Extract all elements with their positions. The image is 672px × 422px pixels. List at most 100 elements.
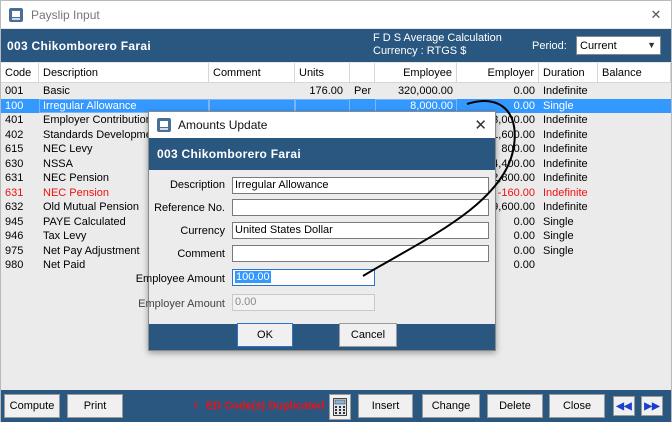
title-bar: Payslip Input ✕ — [1, 1, 671, 28]
cell-code: 631 — [5, 186, 24, 199]
cell-duration: Indefinite — [543, 128, 588, 141]
col-header-balance[interactable]: Balance — [598, 63, 671, 83]
cell-code: 100 — [5, 99, 24, 112]
cell-balance — [602, 186, 668, 200]
dialog-footer — [149, 324, 495, 350]
cell-balance — [602, 229, 668, 243]
cell-code: 615 — [5, 143, 24, 155]
cell-employee: 320,000.00 — [397, 85, 453, 97]
dialog-title-bar: Amounts Update — [149, 112, 495, 138]
comment-field[interactable] — [232, 245, 489, 262]
cell-code: 975 — [5, 244, 24, 257]
reference-label: Reference No. — [154, 202, 225, 214]
description-label: Description — [169, 179, 225, 191]
calculation-type: F D S Average Calculation — [373, 32, 502, 44]
close-icon[interactable]: ✕ — [474, 116, 487, 134]
employee-name: 003 Chikomborero Farai — [7, 39, 151, 53]
cell-duration: Indefinite — [543, 143, 588, 155]
period-select[interactable]: Current ▼ — [576, 36, 661, 55]
col-header-code[interactable]: Code — [1, 63, 39, 83]
cell-duration: Indefinite — [543, 157, 588, 170]
period-value: Current — [580, 39, 617, 52]
app-icon — [9, 7, 23, 22]
col-header-employee[interactable]: Employee — [375, 63, 457, 83]
cell-balance — [602, 142, 668, 156]
cell-code: 980 — [5, 259, 24, 271]
cell-code: 945 — [5, 215, 24, 228]
payslip-input-window: Payslip Input ✕ 003 Chikomborero Farai F… — [0, 0, 672, 422]
cell-code: 631 — [5, 172, 24, 184]
col-header-duration[interactable]: Duration — [539, 63, 598, 83]
cell-code: 402 — [5, 128, 24, 141]
cell-employer: 0.00 — [513, 85, 535, 97]
ok-button[interactable]: OK — [237, 323, 293, 347]
cell-balance — [602, 113, 668, 127]
employee-amount-field[interactable]: 100.00 — [232, 269, 375, 286]
employer-amount-label: Employer Amount — [138, 298, 225, 310]
cell-code: 401 — [5, 114, 24, 126]
app-icon — [157, 118, 171, 132]
table-row[interactable]: 001 Basic 176.00 Per 320,000.00 0.00 Indefinit… — [1, 84, 671, 98]
col-header-employer[interactable]: Employer — [457, 63, 539, 83]
cell-duration: Single — [543, 230, 574, 242]
col-header-units[interactable]: Units — [295, 63, 350, 83]
employee-amount-value: 100.00 — [235, 271, 271, 283]
close-icon[interactable]: ✕ — [641, 1, 671, 28]
cell-balance — [602, 157, 668, 171]
cell-balance — [602, 84, 668, 98]
cell-balance — [602, 200, 668, 214]
cell-balance — [602, 258, 668, 272]
dialog-form: Description Irregular Allowance Referenc… — [136, 170, 495, 324]
reference-field[interactable] — [232, 199, 489, 216]
cell-duration: Indefinite — [543, 186, 588, 199]
compute-button[interactable]: Compute — [4, 394, 60, 418]
next-record-button[interactable]: ▶▶ — [641, 396, 663, 416]
period-label: Period: — [532, 40, 567, 52]
dialog-title: Amounts Update — [178, 118, 268, 132]
cancel-button[interactable]: Cancel — [339, 323, 397, 347]
cell-code: 001 — [5, 85, 24, 97]
delete-button[interactable]: Delete — [487, 394, 543, 418]
cell-balance — [602, 128, 668, 142]
cell-balance — [602, 171, 668, 185]
cell-duration: Single — [543, 244, 574, 257]
calculator-button[interactable] — [329, 394, 351, 420]
comment-label: Comment — [177, 248, 225, 260]
col-header-comment[interactable]: Comment — [209, 63, 295, 83]
cell-code: 632 — [5, 201, 24, 213]
employer-amount-field: 0.00 — [232, 294, 375, 311]
insert-button[interactable]: Insert — [358, 394, 413, 418]
col-header-per[interactable] — [350, 63, 375, 83]
cell-comment — [213, 84, 293, 98]
cell-balance — [602, 244, 668, 258]
cell-duration: Indefinite — [543, 201, 588, 213]
change-button[interactable]: Change — [422, 394, 480, 418]
duplicate-icon: ! — [194, 400, 198, 412]
cell-duration: Indefinite — [543, 114, 588, 126]
col-header-description[interactable]: Description — [39, 63, 209, 83]
cell-balance — [602, 215, 668, 229]
cell-code: 630 — [5, 157, 24, 170]
chevron-down-icon: ▼ — [647, 40, 656, 50]
currency-field[interactable]: United States Dollar — [232, 222, 489, 239]
cell-balance — [602, 99, 668, 113]
dialog-employee-name: 003 Chikomborero Farai — [149, 138, 495, 170]
employee-amount-label: Employee Amount — [135, 273, 225, 285]
duplicate-message: ED Code(s) Duplicated — [206, 400, 325, 412]
cell-units: 176.00 — [309, 85, 343, 97]
cell-duration: Indefinite — [543, 172, 588, 184]
currency-label: Currency — [180, 225, 225, 237]
employee-header: 003 Chikomborero Farai F D S Average Cal… — [1, 29, 671, 62]
cell-per: Per — [354, 85, 372, 97]
calculator-icon — [333, 398, 347, 416]
amounts-update-dialog: Amounts Update ✕ 003 Chikomborero Farai … — [136, 111, 496, 351]
calculation-info: F D S Average Calculation Currency : RTG… — [373, 32, 502, 58]
cell-duration: Indefinite — [543, 85, 588, 97]
cell-duration — [543, 258, 598, 272]
description-field[interactable]: Irregular Allowance — [232, 177, 489, 194]
print-button[interactable]: Print — [67, 394, 123, 418]
close-button[interactable]: Close — [549, 394, 605, 418]
cell-duration: Single — [543, 99, 574, 112]
cell-description: Basic — [43, 85, 70, 97]
prev-record-button[interactable]: ◀◀ — [613, 396, 635, 416]
